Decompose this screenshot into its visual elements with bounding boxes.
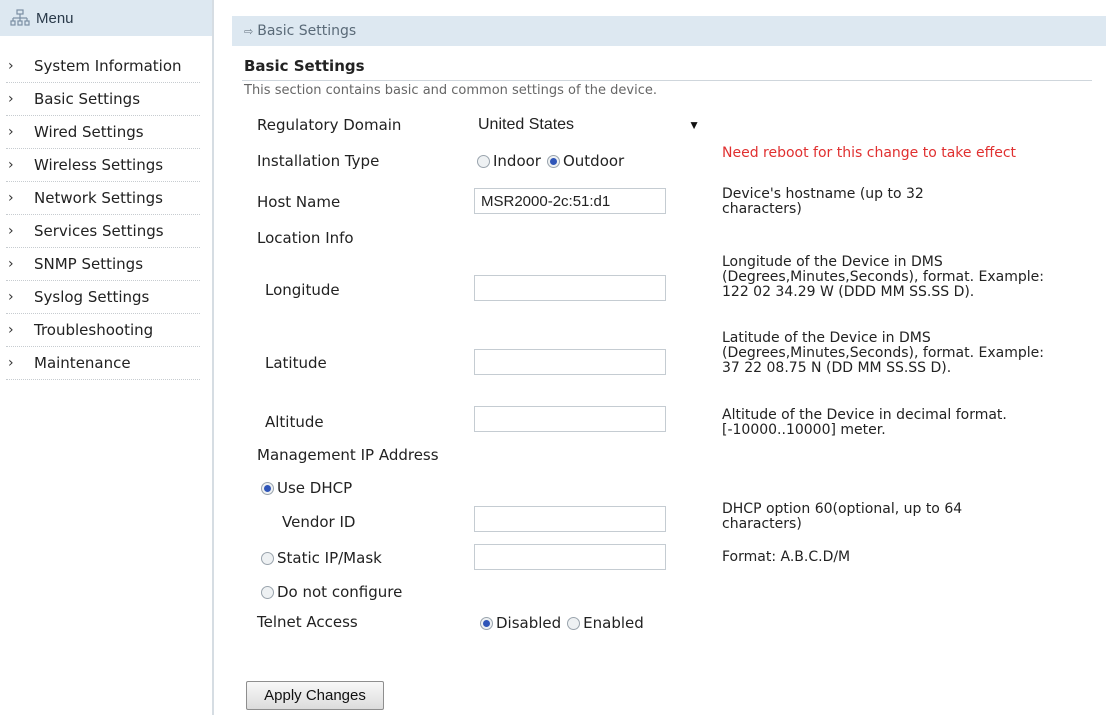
menu-item-maintenance[interactable]: › Maintenance: [6, 347, 200, 380]
telnet-access-label: Telnet Access: [257, 613, 358, 631]
indoor-label: Indoor: [493, 152, 541, 170]
host-name-label: Host Name: [257, 193, 341, 211]
section-description: This section contains basic and common s…: [244, 83, 657, 98]
menu-item-label: Wired Settings: [34, 123, 144, 141]
chevron-right-icon: ›: [8, 355, 14, 371]
management-ip-label: Management IP Address: [257, 446, 439, 464]
menu-item-label: Syslog Settings: [34, 288, 150, 306]
installation-type-radios: Indoor Outdoor: [477, 152, 624, 170]
reboot-warning: Need reboot for this change to take effe…: [722, 145, 1017, 161]
static-ip-input[interactable]: [474, 544, 666, 570]
static-ip-label: Static IP/Mask: [277, 549, 382, 567]
do-not-configure-option: Do not configure: [261, 583, 402, 601]
sidebar-menu: Menu › System Information › Basic Settings…: [0, 0, 214, 715]
menu-item-snmp-settings[interactable]: › SNMP Settings: [6, 248, 200, 281]
chevron-right-icon: ›: [8, 157, 14, 173]
menu-item-label: System Information: [34, 57, 182, 75]
section-title: Basic Settings: [244, 57, 365, 75]
menu-item-label: Network Settings: [34, 189, 163, 207]
vendor-id-help: DHCP option 60(optional, up to 64 charac…: [722, 501, 963, 532]
use-dhcp-radio[interactable]: [261, 481, 274, 495]
chevron-right-icon: ›: [8, 223, 14, 239]
installation-type-label: Installation Type: [257, 152, 380, 170]
altitude-label: Altitude: [265, 413, 324, 431]
latitude-help: Latitude of the Device in DMS (Degrees,M…: [722, 330, 1044, 376]
section-divider: [242, 80, 1092, 81]
longitude-label: Longitude: [265, 281, 340, 299]
regulatory-domain-value: United States: [478, 116, 575, 133]
regulatory-domain-label: Regulatory Domain: [257, 116, 402, 134]
breadcrumb: ⇨ Basic Settings: [232, 16, 1106, 46]
host-name-input[interactable]: [474, 188, 666, 214]
static-ip-option: Static IP/Mask: [261, 549, 382, 567]
telnet-enabled-radio[interactable]: [567, 616, 581, 630]
regulatory-domain-select[interactable]: United States ▼: [474, 114, 708, 136]
menu-item-network-settings[interactable]: › Network Settings: [6, 182, 200, 215]
chevron-right-icon: ›: [8, 190, 14, 206]
do-not-configure-radio[interactable]: [261, 585, 274, 599]
longitude-help: Longitude of the Device in DMS (Degrees,…: [722, 254, 1044, 300]
chevron-right-icon: ›: [8, 58, 14, 74]
vendor-id-label: Vendor ID: [282, 513, 356, 531]
outdoor-label: Outdoor: [562, 152, 625, 170]
longitude-input[interactable]: [474, 275, 666, 301]
arrow-right-icon: ⇨: [244, 24, 254, 38]
menu-item-troubleshooting[interactable]: › Troubleshooting: [6, 314, 200, 347]
location-info-label: Location Info: [257, 229, 354, 247]
menu-item-label: Wireless Settings: [34, 156, 164, 174]
latitude-label: Latitude: [265, 354, 327, 372]
telnet-disabled-radio[interactable]: [480, 616, 493, 630]
menu-item-label: Services Settings: [34, 222, 164, 240]
menu-item-wireless-settings[interactable]: › Wireless Settings: [6, 149, 200, 182]
menu-item-label: Basic Settings: [34, 90, 141, 108]
altitude-help: Altitude of the Device in decimal format…: [722, 407, 1007, 438]
indoor-radio[interactable]: [477, 154, 490, 168]
static-ip-help: Format: A.B.C.D/M: [722, 549, 851, 565]
menu-item-basic-settings[interactable]: › Basic Settings: [6, 83, 200, 116]
menu-item-services-settings[interactable]: › Services Settings: [6, 215, 200, 248]
network-tree-icon: [10, 9, 30, 26]
use-dhcp-option: Use DHCP: [261, 479, 352, 497]
static-ip-radio[interactable]: [261, 551, 274, 565]
menu-item-label: SNMP Settings: [34, 255, 144, 273]
menu-title: Menu: [36, 9, 74, 27]
vendor-id-input[interactable]: [474, 506, 666, 532]
do-not-configure-label: Do not configure: [277, 583, 403, 601]
latitude-input[interactable]: [474, 349, 666, 375]
chevron-right-icon: ›: [8, 289, 14, 305]
chevron-right-icon: ›: [8, 256, 14, 272]
host-name-help: Device's hostname (up to 32 characters): [722, 186, 924, 217]
chevron-right-icon: ›: [8, 91, 14, 107]
menu-item-wired-settings[interactable]: › Wired Settings: [6, 116, 200, 149]
chevron-right-icon: ›: [8, 322, 14, 338]
caret-down-icon: ▼: [688, 118, 700, 132]
menu-item-syslog-settings[interactable]: › Syslog Settings: [6, 281, 200, 314]
use-dhcp-label: Use DHCP: [277, 479, 353, 497]
menu-item-system-information[interactable]: › System Information: [6, 50, 200, 83]
breadcrumb-label: Basic Settings: [257, 23, 357, 39]
outdoor-radio[interactable]: [546, 154, 560, 168]
telnet-access-radios: Disabled Enabled: [480, 614, 644, 632]
menu-header: Menu: [0, 0, 212, 36]
menu-list: › System Information › Basic Settings › Wir…: [0, 50, 212, 380]
apply-changes-button[interactable]: Apply Changes: [246, 681, 384, 710]
telnet-disabled-label: Disabled: [496, 614, 562, 632]
altitude-input[interactable]: [474, 406, 666, 432]
menu-item-label: Maintenance: [34, 354, 131, 372]
chevron-right-icon: ›: [8, 124, 14, 140]
telnet-enabled-label: Enabled: [583, 614, 644, 632]
menu-item-label: Troubleshooting: [34, 321, 154, 339]
